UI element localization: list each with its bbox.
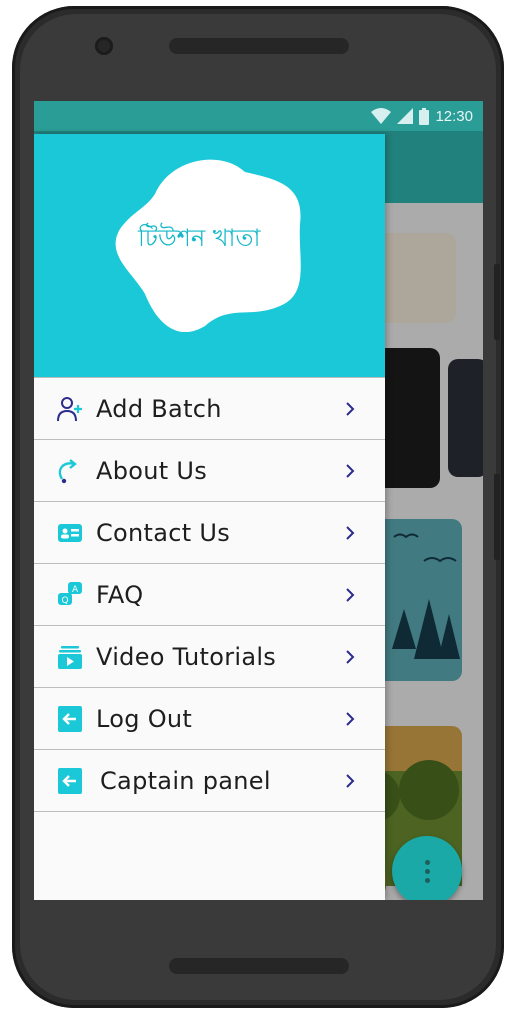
- app-screen: 12:30 টিউশন খাতা Add Batch About Us Cont…: [34, 101, 483, 900]
- drawer-header: টিউশন খাতা: [34, 134, 385, 377]
- menu-item-captain-panel[interactable]: Captain panel: [34, 750, 385, 812]
- svg-text:Q: Q: [62, 596, 69, 606]
- chevron-right-icon: [346, 463, 355, 478]
- add-user-icon: [56, 395, 84, 423]
- menu-label: Log Out: [96, 704, 193, 733]
- more-fab-button[interactable]: [392, 836, 462, 900]
- menu-label: Captain panel: [100, 766, 271, 795]
- front-camera: [95, 37, 113, 55]
- share-arrow-icon: [56, 457, 84, 485]
- menu-label: Contact Us: [96, 518, 231, 547]
- menu-item-video-tutorials[interactable]: Video Tutorials: [34, 626, 385, 688]
- wifi-icon: [371, 108, 392, 124]
- bottom-speaker: [169, 958, 349, 974]
- faq-icon: AQ: [56, 581, 84, 609]
- menu-item-log-out[interactable]: Log Out: [34, 688, 385, 750]
- exit-icon: [56, 767, 84, 795]
- drawer-menu: Add Batch About Us Contact Us A Q FAQ Vi…: [34, 377, 385, 812]
- menu-item-add-batch[interactable]: Add Batch: [34, 377, 385, 440]
- volume-button: [494, 264, 500, 340]
- signal-icon: [397, 108, 414, 124]
- video-library-icon: [56, 643, 84, 671]
- chevron-right-icon: [346, 711, 355, 726]
- chevron-right-icon: [346, 587, 355, 602]
- menu-item-about-us[interactable]: About Us: [34, 440, 385, 502]
- status-bar: 12:30: [34, 101, 483, 131]
- menu-label: Video Tutorials: [96, 642, 277, 671]
- logout-icon: [56, 705, 84, 733]
- chevron-right-icon: [346, 649, 355, 664]
- menu-label: About Us: [96, 456, 208, 485]
- menu-label: FAQ: [96, 580, 144, 609]
- app-logo-text: টিউশন খাতা: [138, 224, 261, 252]
- top-speaker: [169, 38, 349, 54]
- menu-item-faq[interactable]: AQ FAQ: [34, 564, 385, 626]
- chevron-right-icon: [346, 525, 355, 540]
- chevron-right-icon: [346, 401, 355, 416]
- navigation-drawer: টিউশন খাতা Add Batch About Us Contact Us…: [34, 134, 385, 900]
- status-time: 12:30: [435, 107, 473, 125]
- menu-label: Add Batch: [96, 394, 222, 423]
- battery-icon: [419, 107, 430, 125]
- power-button: [494, 474, 500, 560]
- menu-item-contact-us[interactable]: Contact Us: [34, 502, 385, 564]
- chevron-right-icon: [346, 773, 355, 788]
- more-vertical-icon: [424, 859, 430, 883]
- svg-text:A: A: [72, 585, 79, 595]
- contact-card-icon: [56, 519, 84, 547]
